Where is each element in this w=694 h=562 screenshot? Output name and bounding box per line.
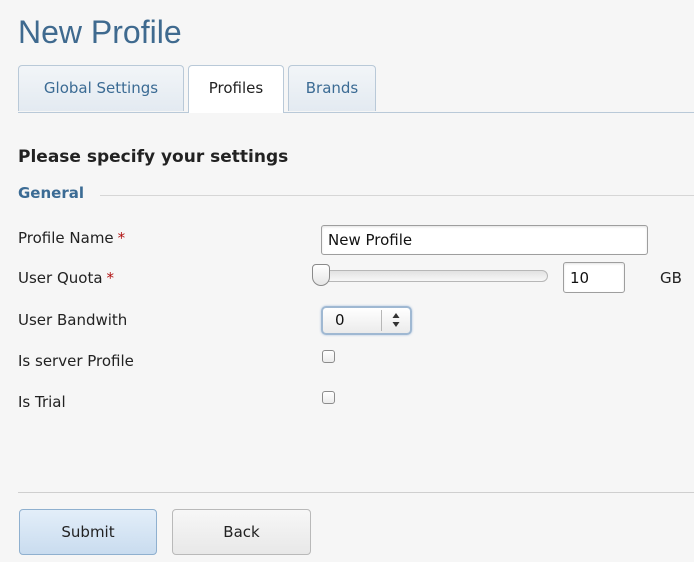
user-quota-slider-handle[interactable] xyxy=(312,264,330,286)
page-title: New Profile xyxy=(18,14,182,50)
user-bandwidth-stepper[interactable]: 0 xyxy=(321,306,412,335)
user-bandwidth-label: User Bandwith xyxy=(18,311,128,329)
is-server-profile-label: Is server Profile xyxy=(18,352,134,370)
footer-divider xyxy=(18,492,694,493)
is-trial-checkbox[interactable] xyxy=(322,391,335,404)
tab-global-settings[interactable]: Global Settings xyxy=(18,65,184,111)
user-quota-slider-track[interactable] xyxy=(322,270,548,282)
tab-brands[interactable]: Brands xyxy=(288,65,376,111)
stepper-divider xyxy=(381,310,382,331)
legend-divider xyxy=(100,195,694,196)
profile-name-input[interactable] xyxy=(321,225,648,255)
tab-profiles[interactable]: Profiles xyxy=(188,65,284,113)
tab-bar: Global Settings Profiles Brands xyxy=(18,65,694,113)
required-marker: * xyxy=(106,269,115,287)
submit-button[interactable]: Submit xyxy=(19,509,157,555)
up-down-arrows-icon[interactable] xyxy=(388,309,404,331)
user-bandwidth-value: 0 xyxy=(335,311,345,329)
form-heading: Please specify your settings xyxy=(18,147,289,167)
is-trial-label: Is Trial xyxy=(18,393,66,411)
required-marker: * xyxy=(117,229,126,247)
user-quota-label: User Quota * xyxy=(18,269,114,287)
user-quota-input[interactable] xyxy=(563,262,625,293)
fieldset-legend-general: General xyxy=(18,184,84,202)
user-quota-label-text: User Quota xyxy=(18,269,103,287)
profile-name-label: Profile Name * xyxy=(18,229,125,247)
is-server-profile-checkbox[interactable] xyxy=(322,350,335,363)
profile-name-label-text: Profile Name xyxy=(18,229,114,247)
user-quota-unit: GB xyxy=(660,269,682,287)
back-button[interactable]: Back xyxy=(172,509,311,555)
